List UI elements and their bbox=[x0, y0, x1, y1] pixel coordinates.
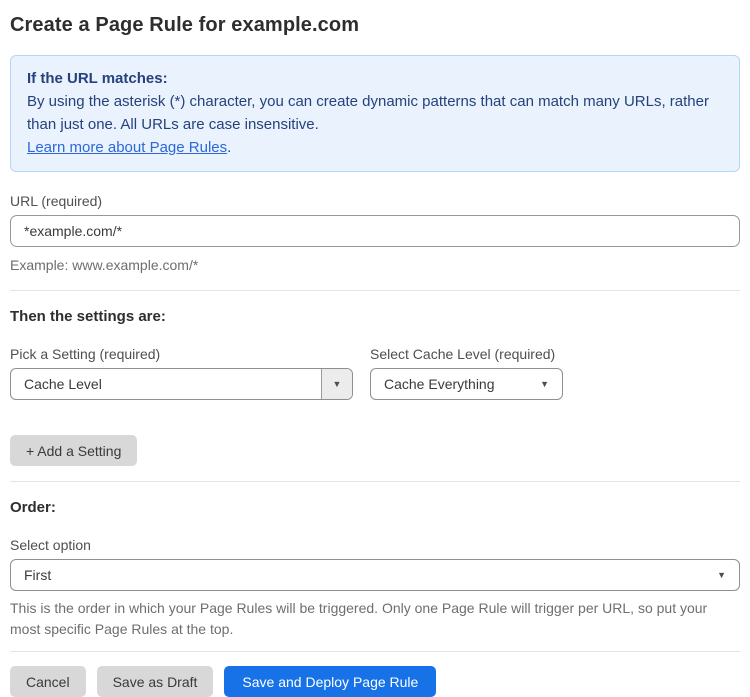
learn-more-link[interactable]: Learn more about Page Rules bbox=[27, 139, 227, 156]
page-title: Create a Page Rule for example.com bbox=[10, 14, 360, 36]
url-match-info-box: If the URL matches: By using the asteris… bbox=[10, 55, 740, 172]
form-actions: Cancel Save as Draft Save and Deploy Pag… bbox=[10, 666, 740, 697]
save-deploy-button[interactable]: Save and Deploy Page Rule bbox=[224, 666, 437, 697]
pick-setting-group: Pick a Setting (required) Cache Level ▼ bbox=[10, 346, 353, 400]
cache-level-select[interactable]: Cache Everything ▼ bbox=[370, 368, 563, 400]
chevron-down-icon: ▼ bbox=[717, 569, 726, 580]
divider bbox=[10, 290, 740, 291]
settings-row: Pick a Setting (required) Cache Level ▼ … bbox=[10, 346, 740, 400]
save-draft-button[interactable]: Save as Draft bbox=[96, 666, 214, 697]
create-page-rule-form: Create a Page Rule for example.com If th… bbox=[10, 14, 740, 697]
url-hint: Example: www.example.com/* bbox=[10, 257, 199, 273]
order-field-group: Select option First ▼ This is the order … bbox=[10, 537, 740, 640]
order-select-value: First bbox=[24, 567, 52, 583]
cancel-button[interactable]: Cancel bbox=[10, 666, 86, 697]
info-box-body: By using the asterisk (*) character, you… bbox=[27, 93, 709, 133]
info-box-heading: If the URL matches: bbox=[27, 70, 168, 87]
info-box-link-line: Learn more about Page Rules. bbox=[27, 136, 723, 159]
info-link-period: . bbox=[227, 139, 232, 156]
select-arrow-section: ▼ bbox=[321, 369, 352, 399]
chevron-down-icon: ▼ bbox=[332, 378, 342, 389]
order-select[interactable]: First ▼ bbox=[10, 559, 740, 591]
url-field-group: URL (required) Example: www.example.com/… bbox=[10, 193, 740, 276]
pick-setting-label: Pick a Setting (required) bbox=[10, 346, 161, 362]
order-select-label: Select option bbox=[10, 537, 91, 553]
cache-level-group: Select Cache Level (required) Cache Ever… bbox=[370, 346, 563, 400]
order-description: This is the order in which your Page Rul… bbox=[10, 600, 708, 637]
pick-setting-select[interactable]: Cache Level ▼ bbox=[10, 368, 353, 400]
url-label: URL (required) bbox=[10, 193, 103, 209]
divider bbox=[10, 651, 740, 652]
pick-setting-value: Cache Level bbox=[24, 376, 102, 392]
add-setting-button[interactable]: + Add a Setting bbox=[10, 435, 138, 466]
settings-heading: Then the settings are: bbox=[10, 308, 166, 325]
url-input[interactable] bbox=[10, 215, 740, 247]
divider bbox=[10, 481, 740, 482]
cache-level-value: Cache Everything bbox=[384, 376, 495, 392]
chevron-down-icon: ▼ bbox=[540, 378, 549, 389]
cache-level-label: Select Cache Level (required) bbox=[370, 346, 556, 362]
order-heading: Order: bbox=[10, 499, 56, 516]
